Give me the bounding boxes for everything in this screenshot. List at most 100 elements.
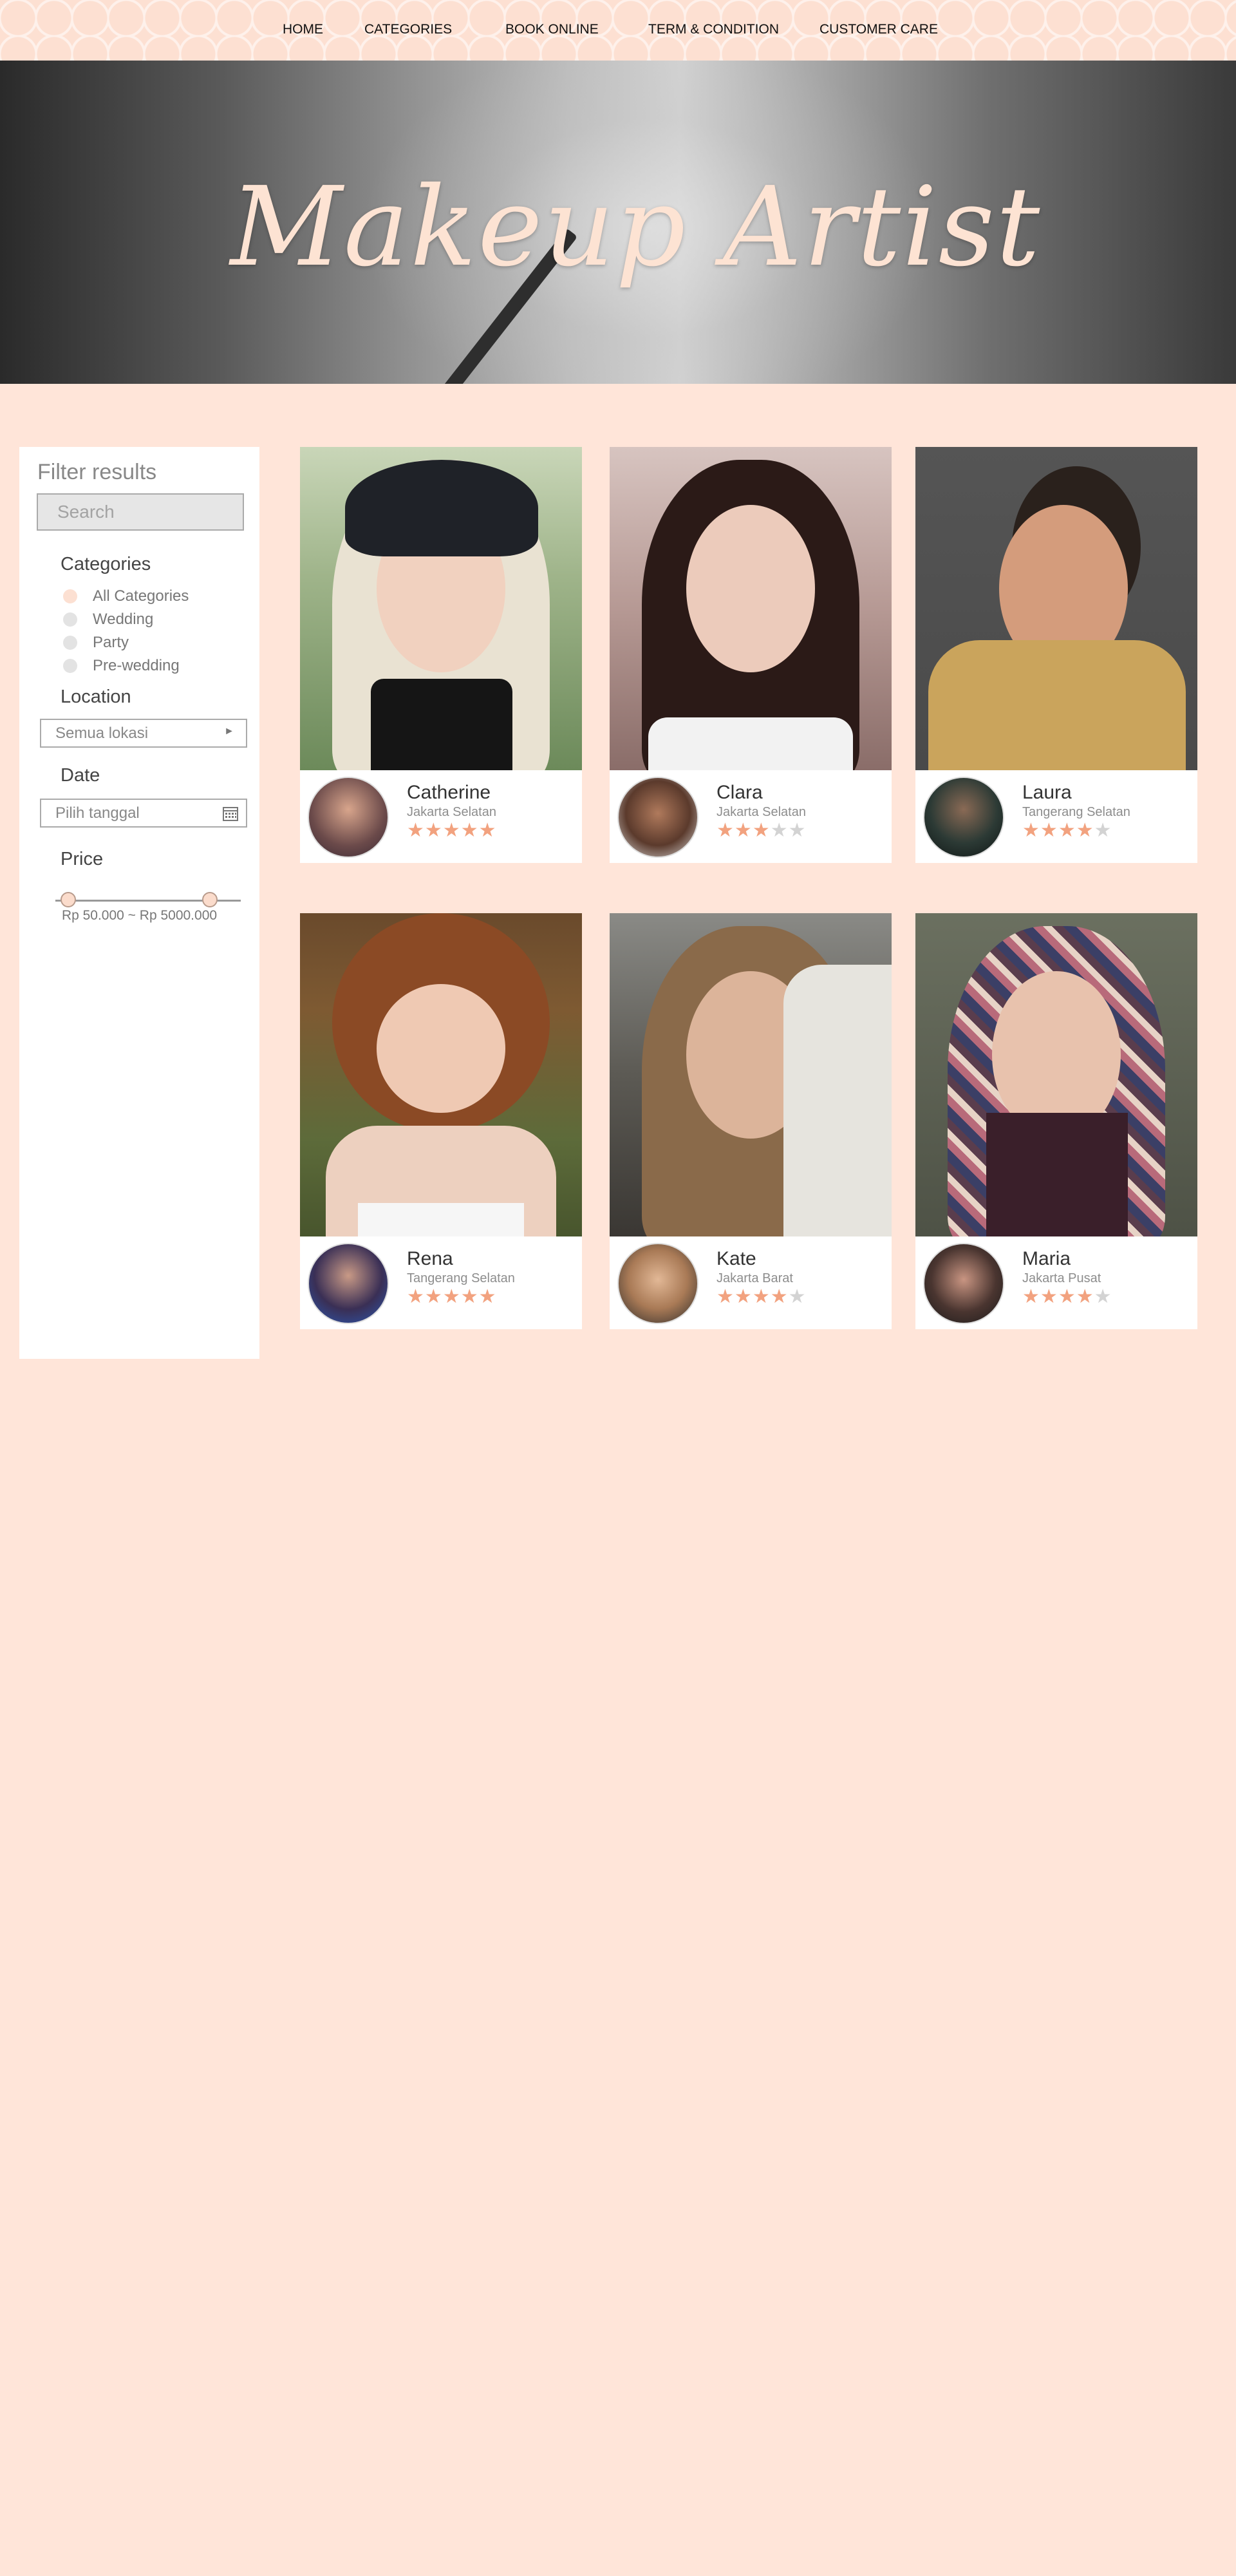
category-party[interactable]: Party <box>63 634 129 652</box>
artist-location: Tangerang Selatan <box>407 1271 515 1285</box>
star-filled-icon: ★ <box>478 820 497 841</box>
artist-name: Clara <box>716 782 763 803</box>
hero-title: Makeup Artist <box>230 164 1042 291</box>
nav-book-online[interactable]: BOOK ONLINE <box>505 22 599 37</box>
avatar <box>308 1243 389 1324</box>
artist-name: Kate <box>716 1248 756 1269</box>
artist-card-laura[interactable]: Laura Tangerang Selatan ★★★★★ <box>915 447 1197 863</box>
artist-location: Jakarta Selatan <box>407 805 496 819</box>
calendar-icon <box>223 807 238 821</box>
rating-stars: ★★★★★ <box>1022 819 1112 842</box>
star-filled-icon: ★ <box>1058 1286 1076 1307</box>
category-label: Wedding <box>93 611 154 628</box>
star-filled-icon: ★ <box>734 820 753 841</box>
artist-card-rena[interactable]: Rena Tangerang Selatan ★★★★★ <box>300 913 582 1329</box>
artist-photo <box>300 447 582 770</box>
location-value: Semua lokasi <box>55 724 149 742</box>
star-filled-icon: ★ <box>734 1286 753 1307</box>
date-placeholder: Pilih tanggal <box>55 804 140 822</box>
artist-card-catherine[interactable]: Catherine Jakarta Selatan ★★★★★ <box>300 447 582 863</box>
category-label: Party <box>93 634 129 651</box>
star-filled-icon: ★ <box>1076 820 1094 841</box>
date-heading: Date <box>61 765 100 786</box>
slider-max-handle[interactable] <box>202 892 218 907</box>
category-pre-wedding[interactable]: Pre-wedding <box>63 657 180 675</box>
star-filled-icon: ★ <box>460 1286 479 1307</box>
star-filled-icon: ★ <box>1076 1286 1094 1307</box>
rating-stars: ★★★★★ <box>407 819 497 842</box>
rating-stars: ★★★★★ <box>716 1285 807 1308</box>
price-range-text: Rp 50.000 ~ Rp 5000.000 <box>61 908 218 923</box>
category-label: All Categories <box>93 587 189 605</box>
star-filled-icon: ★ <box>770 1286 789 1307</box>
artist-name: Rena <box>407 1248 453 1269</box>
star-empty-icon: ★ <box>788 1286 807 1307</box>
star-empty-icon: ★ <box>788 820 807 841</box>
top-nav: HOME CATEGORIES BOOK ONLINE TERM & CONDI… <box>0 0 1236 61</box>
nav-customer-care[interactable]: CUSTOMER CARE <box>819 22 938 37</box>
nav-term-condition[interactable]: TERM & CONDITION <box>648 22 779 37</box>
star-filled-icon: ★ <box>716 1286 735 1307</box>
price-heading: Price <box>61 849 104 869</box>
location-heading: Location <box>61 687 131 707</box>
star-filled-icon: ★ <box>407 1286 425 1307</box>
artist-name: Catherine <box>407 782 491 803</box>
star-filled-icon: ★ <box>424 820 443 841</box>
nav-home[interactable]: HOME <box>283 22 323 37</box>
star-filled-icon: ★ <box>424 1286 443 1307</box>
radio-dot <box>63 612 77 627</box>
rating-stars: ★★★★★ <box>1022 1285 1112 1308</box>
avatar <box>617 777 698 858</box>
artist-name: Laura <box>1022 782 1072 803</box>
artist-location: Jakarta Pusat <box>1022 1271 1101 1285</box>
categories-heading: Categories <box>61 554 151 574</box>
date-field[interactable]: Pilih tanggal <box>40 799 247 828</box>
star-empty-icon: ★ <box>1094 1286 1112 1307</box>
category-wedding[interactable]: Wedding <box>63 611 153 629</box>
category-all[interactable]: All Categories <box>63 587 189 605</box>
avatar <box>308 777 389 858</box>
filter-title: Filter results <box>37 460 157 484</box>
avatar <box>923 777 1004 858</box>
star-filled-icon: ★ <box>407 820 425 841</box>
category-label: Pre-wedding <box>93 657 180 674</box>
artist-photo <box>300 913 582 1236</box>
star-filled-icon: ★ <box>442 1286 461 1307</box>
avatar <box>923 1243 1004 1324</box>
search-input[interactable] <box>37 493 244 531</box>
star-filled-icon: ★ <box>1040 820 1058 841</box>
artist-location: Jakarta Barat <box>716 1271 793 1285</box>
radio-dot <box>63 589 77 603</box>
artist-card-clara[interactable]: Clara Jakarta Selatan ★★★★★ <box>610 447 892 863</box>
artist-name: Maria <box>1022 1248 1071 1269</box>
star-filled-icon: ★ <box>1022 820 1040 841</box>
artist-card-maria[interactable]: Maria Jakarta Pusat ★★★★★ <box>915 913 1197 1329</box>
artist-card-kate[interactable]: Kate Jakarta Barat ★★★★★ <box>610 913 892 1329</box>
artist-location: Tangerang Selatan <box>1022 805 1130 819</box>
slider-min-handle[interactable] <box>61 892 76 907</box>
star-filled-icon: ★ <box>1022 1286 1040 1307</box>
star-filled-icon: ★ <box>1040 1286 1058 1307</box>
filter-sidebar: Filter results Categories All Categories… <box>19 447 259 1359</box>
triangle-right-icon: ► <box>224 726 234 737</box>
nav-categories[interactable]: CATEGORIES <box>364 22 452 37</box>
artist-location: Jakarta Selatan <box>716 805 806 819</box>
star-filled-icon: ★ <box>442 820 461 841</box>
location-select[interactable]: Semua lokasi ► <box>40 719 247 748</box>
hero-banner: Makeup Artist <box>0 61 1236 384</box>
artist-photo <box>915 913 1197 1236</box>
star-filled-icon: ★ <box>752 820 771 841</box>
artist-photo <box>610 913 892 1236</box>
radio-dot <box>63 636 77 650</box>
radio-dot <box>63 659 77 673</box>
artist-photo <box>610 447 892 770</box>
star-filled-icon: ★ <box>1058 820 1076 841</box>
star-filled-icon: ★ <box>460 820 479 841</box>
rating-stars: ★★★★★ <box>407 1285 497 1308</box>
star-filled-icon: ★ <box>716 820 735 841</box>
star-filled-icon: ★ <box>752 1286 771 1307</box>
avatar <box>617 1243 698 1324</box>
star-empty-icon: ★ <box>770 820 789 841</box>
artist-photo <box>915 447 1197 770</box>
star-filled-icon: ★ <box>478 1286 497 1307</box>
